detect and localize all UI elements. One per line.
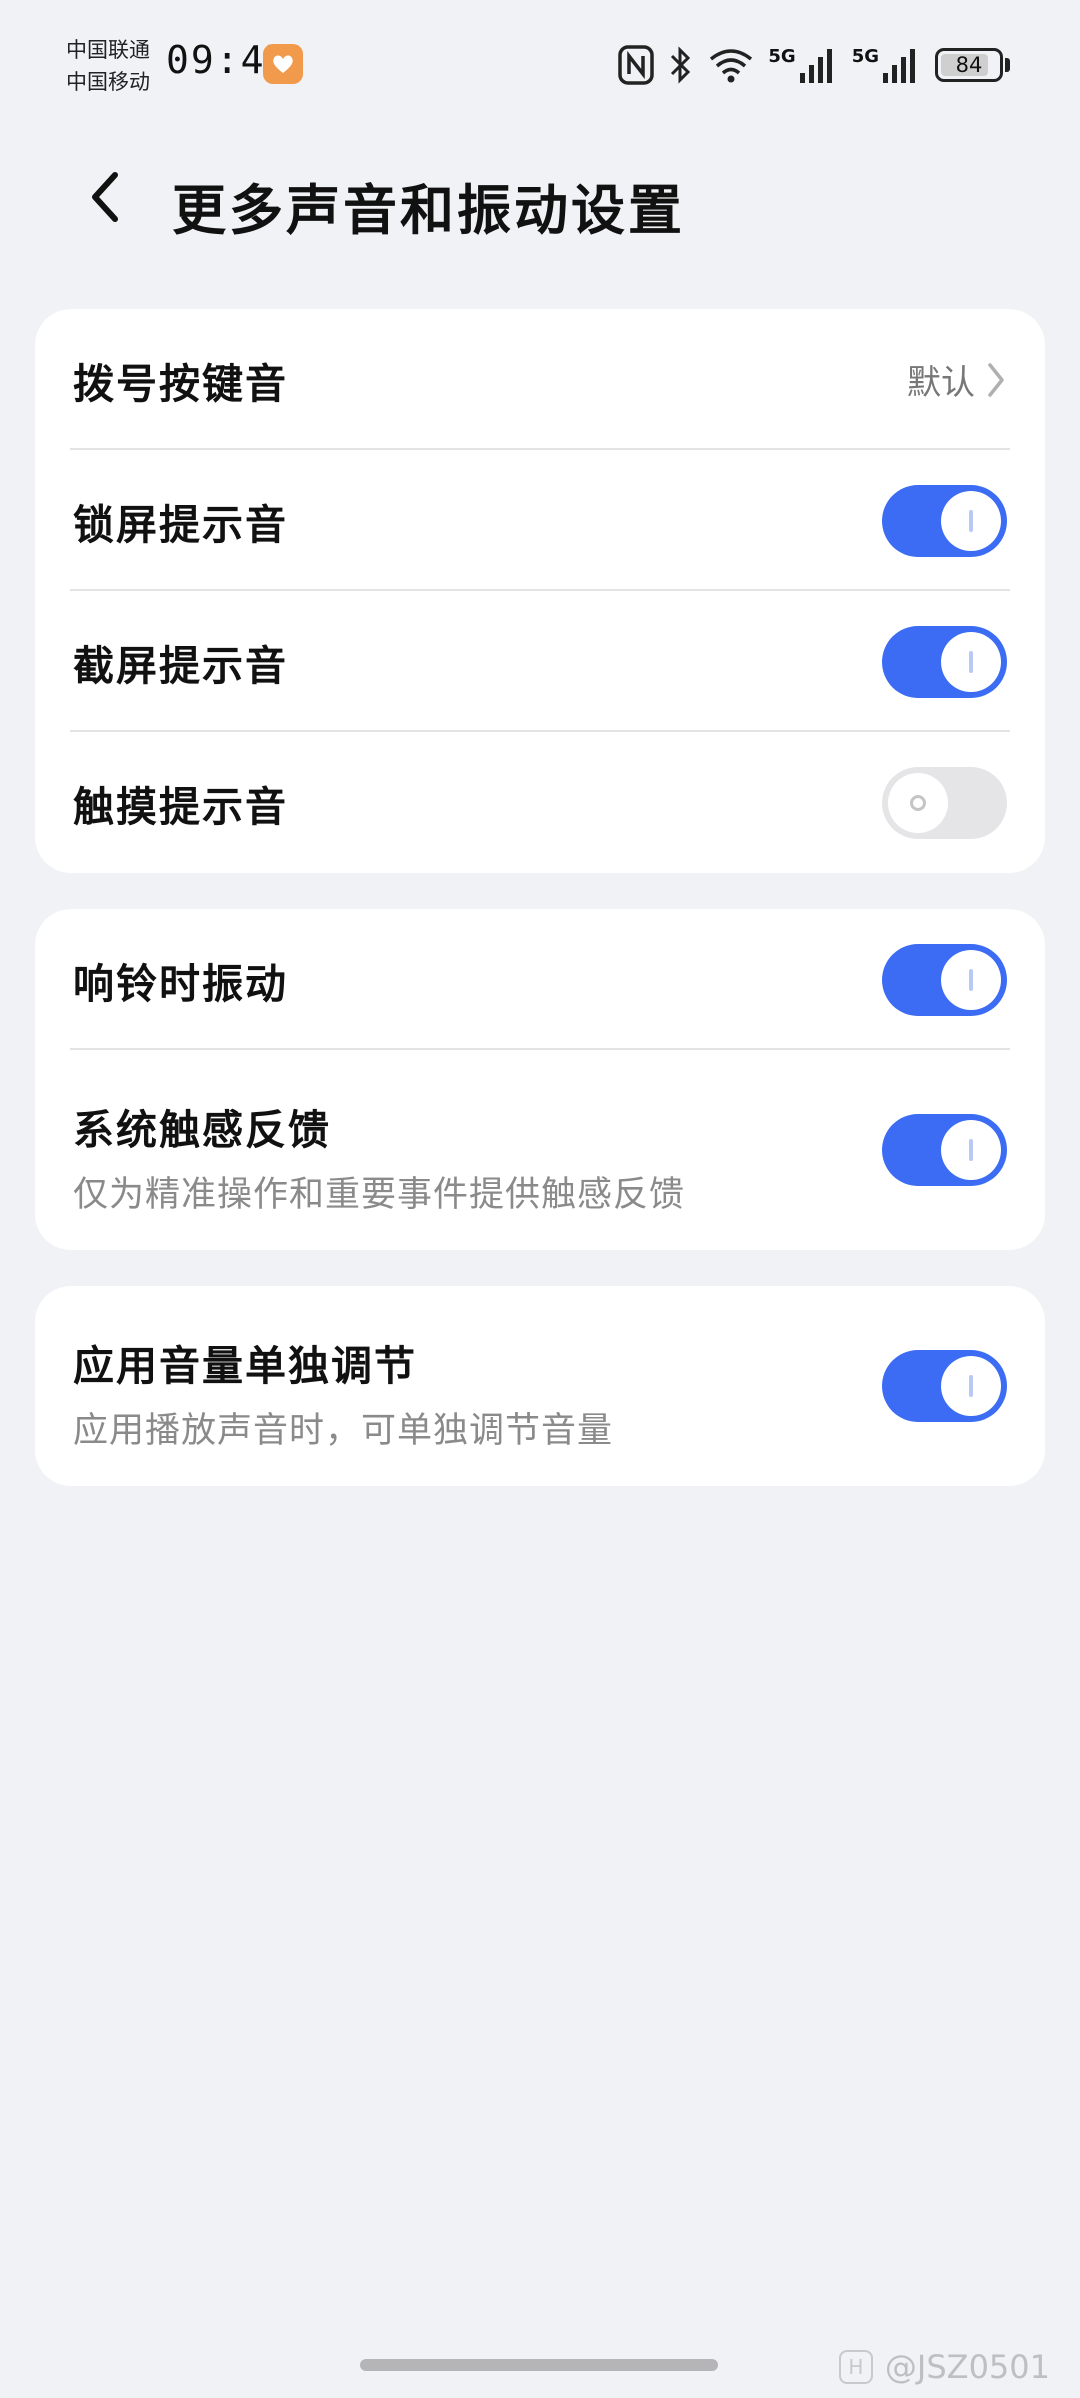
haptic-feedback-toggle[interactable] <box>882 1114 1007 1186</box>
haptic-feedback-description: 仅为精准操作和重要事件提供触感反馈 <box>73 1175 686 1215</box>
dial-tone-row[interactable]: 拨号按键音 默认 <box>35 309 1045 450</box>
toggle-knob <box>941 490 1001 551</box>
haptic-feedback-label: 系统触感反馈 <box>73 1106 331 1154</box>
dial-tone-value-group: 默认 <box>907 355 1007 404</box>
status-bar: 中国联通 中国移动 09:47 5G 5G 84 <box>0 0 1080 130</box>
watermark: H @JSZ0501 <box>838 2348 1050 2386</box>
signal-1: 5G <box>768 45 837 85</box>
app-volume-label: 应用音量单独调节 <box>73 1342 417 1390</box>
home-indicator[interactable] <box>360 2359 718 2371</box>
touch-sound-toggle[interactable] <box>882 766 1007 839</box>
toggle-knob <box>941 1356 1001 1416</box>
haptic-feedback-row: 系统触感反馈 仅为精准操作和重要事件提供触感反馈 <box>35 1050 1045 1250</box>
touch-sound-row: 触摸提示音 <box>35 732 1045 873</box>
network-type-1: 5G <box>768 46 796 67</box>
ring-vibrate-toggle[interactable] <box>882 943 1007 1016</box>
status-icons: 5G 5G 84 <box>618 40 1010 90</box>
carrier-1: 中国联通 <box>66 38 150 62</box>
screenshot-sound-toggle[interactable] <box>882 625 1007 698</box>
chevron-right-icon <box>988 362 1004 397</box>
nfc-icon <box>618 45 655 85</box>
page-title: 更多声音和振动设置 <box>172 179 685 242</box>
watermark-logo-icon: H <box>838 2350 873 2384</box>
chevron-left-icon <box>92 172 118 222</box>
header: 更多声音和振动设置 <box>0 140 1080 250</box>
app-volume-card: 应用音量单独调节 应用播放声音时，可单独调节音量 <box>35 1286 1045 1486</box>
screen: 中国联通 中国移动 09:47 5G 5G 84 更多声音和振动设置 拨号按键音… <box>0 0 1080 2398</box>
ring-vibrate-label: 响铃时振动 <box>73 959 288 1008</box>
back-button[interactable] <box>70 162 140 232</box>
signal-bars-icon <box>799 49 832 83</box>
battery-percent: 84 <box>955 53 983 77</box>
lock-sound-label: 锁屏提示音 <box>73 500 288 549</box>
wifi-icon <box>710 49 753 83</box>
app-notification-icon <box>263 44 303 84</box>
carrier-2: 中国移动 <box>66 70 150 94</box>
toggle-knob <box>941 631 1001 692</box>
toggle-knob <box>941 949 1001 1010</box>
signal-2: 5G <box>852 45 921 85</box>
sound-settings-card: 拨号按键音 默认 锁屏提示音 截屏提示音 触摸提示音 <box>35 309 1045 873</box>
lock-sound-row: 锁屏提示音 <box>35 450 1045 591</box>
bluetooth-icon <box>671 46 691 84</box>
carrier-info: 中国联通 中国移动 <box>66 34 150 98</box>
toggle-knob <box>941 1120 1001 1180</box>
screenshot-sound-row: 截屏提示音 <box>35 591 1045 732</box>
dial-tone-value: 默认 <box>907 363 975 403</box>
ring-vibrate-row: 响铃时振动 <box>35 909 1045 1050</box>
vibration-settings-card: 响铃时振动 系统触感反馈 仅为精准操作和重要事件提供触感反馈 <box>35 909 1045 1250</box>
signal-bars-icon <box>883 49 915 83</box>
lock-sound-toggle[interactable] <box>882 484 1007 557</box>
toggle-knob <box>888 772 948 833</box>
touch-sound-label: 触摸提示音 <box>73 782 288 831</box>
app-volume-toggle[interactable] <box>882 1350 1007 1422</box>
battery-icon: 84 <box>935 48 1003 82</box>
network-type-2: 5G <box>851 46 879 67</box>
app-volume-row: 应用音量单独调节 应用播放声音时，可单独调节音量 <box>35 1286 1045 1486</box>
battery-cap <box>1005 58 1010 72</box>
screenshot-sound-label: 截屏提示音 <box>73 641 288 690</box>
watermark-text: @JSZ0501 <box>884 2348 1050 2386</box>
dial-tone-label: 拨号按键音 <box>73 359 288 408</box>
app-volume-description: 应用播放声音时，可单独调节音量 <box>73 1411 614 1451</box>
